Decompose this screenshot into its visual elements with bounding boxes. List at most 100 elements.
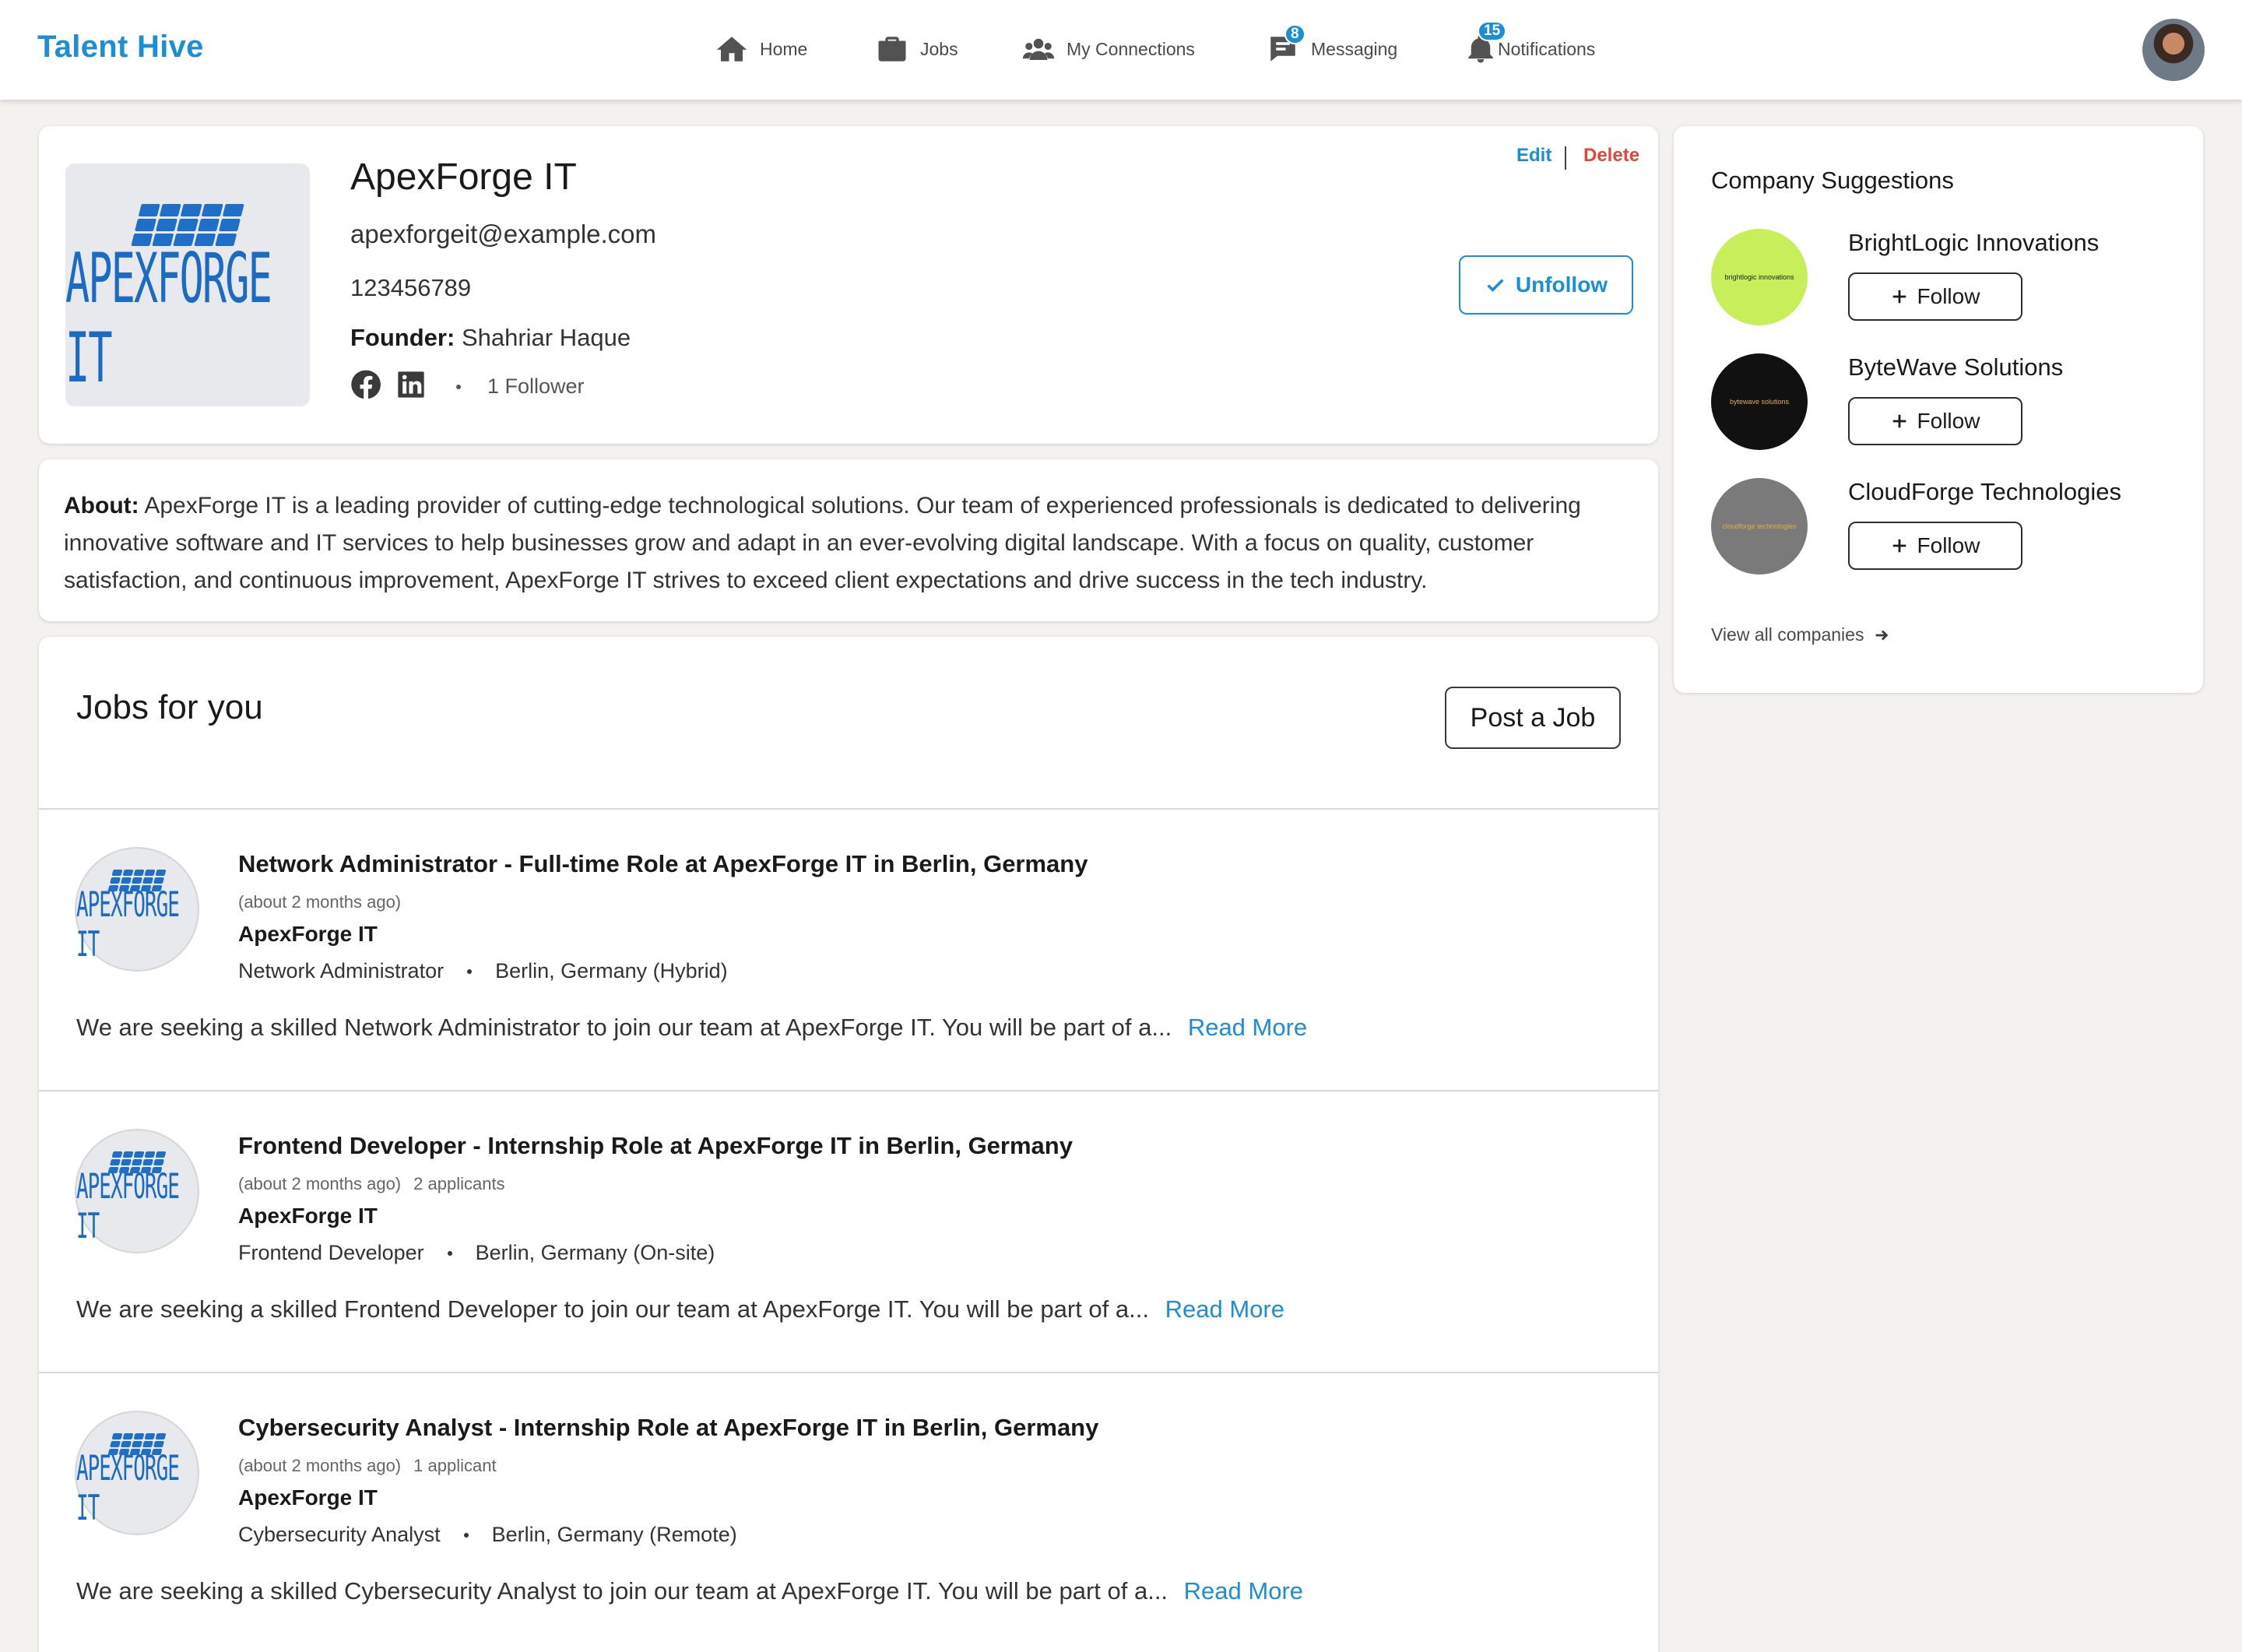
suggestion-item: cloudforge technologies CloudForge Techn… — [1711, 478, 2178, 587]
nav-connections[interactable]: My Connections — [1021, 30, 1195, 69]
about-text: ApexForge IT is a leading provider of cu… — [64, 493, 1581, 593]
job-title[interactable]: Cybersecurity Analyst - Internship Role … — [238, 1414, 1098, 1442]
view-all-label: View all companies — [1711, 624, 1864, 645]
founder-name: Shahriar Haque — [461, 324, 631, 351]
suggestion-logo-text: brightlogic innovations — [1724, 273, 1794, 281]
company-name: ApexForge IT — [350, 156, 577, 198]
nav-jobs[interactable]: Jobs — [875, 30, 958, 69]
job-title[interactable]: Frontend Developer - Internship Role at … — [238, 1132, 1073, 1160]
job-description: We are seeking a skilled Network Adminis… — [76, 1014, 1307, 1042]
read-more-link[interactable]: Read More — [1184, 1577, 1303, 1605]
job-tags: Network Administrator Berlin, Germany (H… — [238, 959, 728, 983]
nav-home-label: Home — [760, 38, 808, 59]
job-description-text: We are seeking a skilled Network Adminis… — [76, 1014, 1172, 1041]
suggestion-name[interactable]: CloudForge Technologies — [1848, 478, 2121, 506]
follower-count: 1 Follower — [487, 374, 585, 398]
delete-company-link[interactable]: Delete — [1583, 145, 1639, 167]
job-location: Berlin, Germany (Remote) — [491, 1523, 737, 1546]
view-all-companies-link[interactable]: View all companies — [1711, 624, 1890, 645]
social-links: 1 Follower — [350, 369, 585, 404]
job-meta: (about 2 months ago) 1 applicant — [238, 1456, 497, 1476]
job-company-logo: APEXFORGE IT — [75, 1411, 199, 1535]
about-section: About: ApexForge IT is a leading provide… — [64, 487, 1629, 599]
notifications-badge: 15 — [1478, 21, 1507, 41]
message-icon: 8 — [1266, 24, 1305, 66]
top-nav: Talent Hive Home Jobs My Connections 8 M… — [0, 0, 2242, 100]
job-role: Network Administrator — [238, 959, 445, 982]
follow-label: Follow — [1917, 284, 1980, 308]
company-logo-text: APEXFORGE IT — [65, 240, 272, 399]
brand-logo[interactable]: Talent Hive — [37, 30, 204, 65]
linkedin-icon[interactable] — [395, 369, 427, 404]
about-card: About: ApexForge IT is a leading provide… — [39, 459, 1658, 621]
nav-messaging[interactable]: 8 Messaging — [1266, 24, 1398, 69]
job-role: Frontend Developer — [238, 1241, 424, 1264]
about-label: About: — [64, 493, 139, 518]
connections-icon — [1021, 32, 1056, 66]
messaging-badge: 8 — [1284, 24, 1305, 44]
company-suggestions-card: Company Suggestions brightlogic innovati… — [1674, 126, 2203, 693]
job-description-text: We are seeking a skilled Cybersecurity A… — [76, 1577, 1168, 1605]
job-company: ApexForge IT — [238, 922, 378, 946]
plus-icon — [1892, 290, 1906, 304]
separator-dot — [463, 1532, 469, 1538]
suggestion-item: bytewave solutions ByteWave Solutions Fo… — [1711, 353, 2178, 462]
job-company: ApexForge IT — [238, 1204, 378, 1228]
follow-button[interactable]: Follow — [1848, 272, 2022, 321]
follow-label: Follow — [1917, 409, 1980, 433]
job-title[interactable]: Network Administrator - Full-time Role a… — [238, 850, 1088, 878]
suggestion-item: brightlogic innovations BrightLogic Inno… — [1711, 229, 2178, 338]
job-company: ApexForge IT — [238, 1485, 378, 1510]
job-logo-text: APEXFORGE IT — [76, 886, 180, 965]
job-applicants: 2 applicants — [413, 1174, 505, 1193]
read-more-link[interactable]: Read More — [1188, 1014, 1307, 1041]
job-location: Berlin, Germany (Hybrid) — [495, 959, 728, 982]
job-role: Cybersecurity Analyst — [238, 1523, 441, 1546]
suggestion-logo[interactable]: brightlogic innovations — [1711, 229, 1808, 325]
follow-button[interactable]: Follow — [1848, 522, 2022, 570]
unfollow-label: Unfollow — [1515, 272, 1608, 297]
user-avatar[interactable] — [2142, 19, 2205, 81]
job-location: Berlin, Germany (On-site) — [475, 1241, 715, 1264]
jobs-card: Jobs for you Post a Job APEXFORGE IT Net… — [39, 637, 1658, 1652]
founder-label: Founder: — [350, 324, 455, 351]
plus-icon — [1892, 414, 1906, 428]
job-company-logo: APEXFORGE IT — [75, 847, 199, 972]
facebook-icon[interactable] — [350, 369, 381, 404]
job-tags: Cybersecurity Analyst Berlin, Germany (R… — [238, 1523, 737, 1547]
company-phone: 123456789 — [350, 274, 472, 301]
job-logo-text: APEXFORGE IT — [76, 1168, 180, 1247]
unfollow-button[interactable]: Unfollow — [1459, 255, 1633, 315]
post-job-button[interactable]: Post a Job — [1445, 687, 1621, 749]
edit-company-link[interactable]: Edit — [1516, 145, 1551, 167]
job-posted-time: (about 2 months ago) — [238, 1456, 402, 1475]
suggestion-logo[interactable]: bytewave solutions — [1711, 353, 1808, 450]
nav-notifications-label: Notifications — [1498, 38, 1596, 59]
nav-jobs-label: Jobs — [920, 38, 958, 59]
edit-delete-divider — [1565, 146, 1566, 170]
nav-messaging-label: Messaging — [1311, 38, 1398, 59]
arrow-right-icon — [1876, 630, 1889, 640]
nav-notifications[interactable]: 15 Notifications — [1464, 21, 1596, 69]
company-email: apexforgeit@example.com — [350, 220, 657, 248]
job-posted-time: (about 2 months ago) — [238, 1174, 402, 1193]
follow-button[interactable]: Follow — [1848, 397, 2022, 445]
job-list-item[interactable]: APEXFORGE IT Cybersecurity Analyst - Int… — [39, 1373, 1658, 1652]
nav-home[interactable]: Home — [715, 30, 807, 69]
suggestion-logo[interactable]: cloudforge technologies — [1711, 478, 1808, 575]
suggestion-name[interactable]: BrightLogic Innovations — [1848, 229, 2099, 257]
home-icon — [715, 32, 749, 66]
job-applicants: 1 applicant — [413, 1456, 497, 1475]
job-description-text: We are seeking a skilled Frontend Develo… — [76, 1295, 1149, 1323]
nav-connections-label: My Connections — [1067, 38, 1195, 59]
jobs-heading: Jobs for you — [76, 688, 263, 726]
follow-label: Follow — [1917, 533, 1980, 557]
job-list-item[interactable]: APEXFORGE IT Network Administrator - Ful… — [39, 810, 1658, 1090]
briefcase-icon — [875, 32, 909, 66]
job-logo-text: APEXFORGE IT — [76, 1450, 180, 1529]
suggestion-name[interactable]: ByteWave Solutions — [1848, 353, 2063, 381]
separator-dot — [467, 968, 473, 974]
read-more-link[interactable]: Read More — [1165, 1295, 1284, 1323]
job-tags: Frontend Developer Berlin, Germany (On-s… — [238, 1241, 715, 1265]
job-list-item[interactable]: APEXFORGE IT Frontend Developer - Intern… — [39, 1091, 1658, 1372]
